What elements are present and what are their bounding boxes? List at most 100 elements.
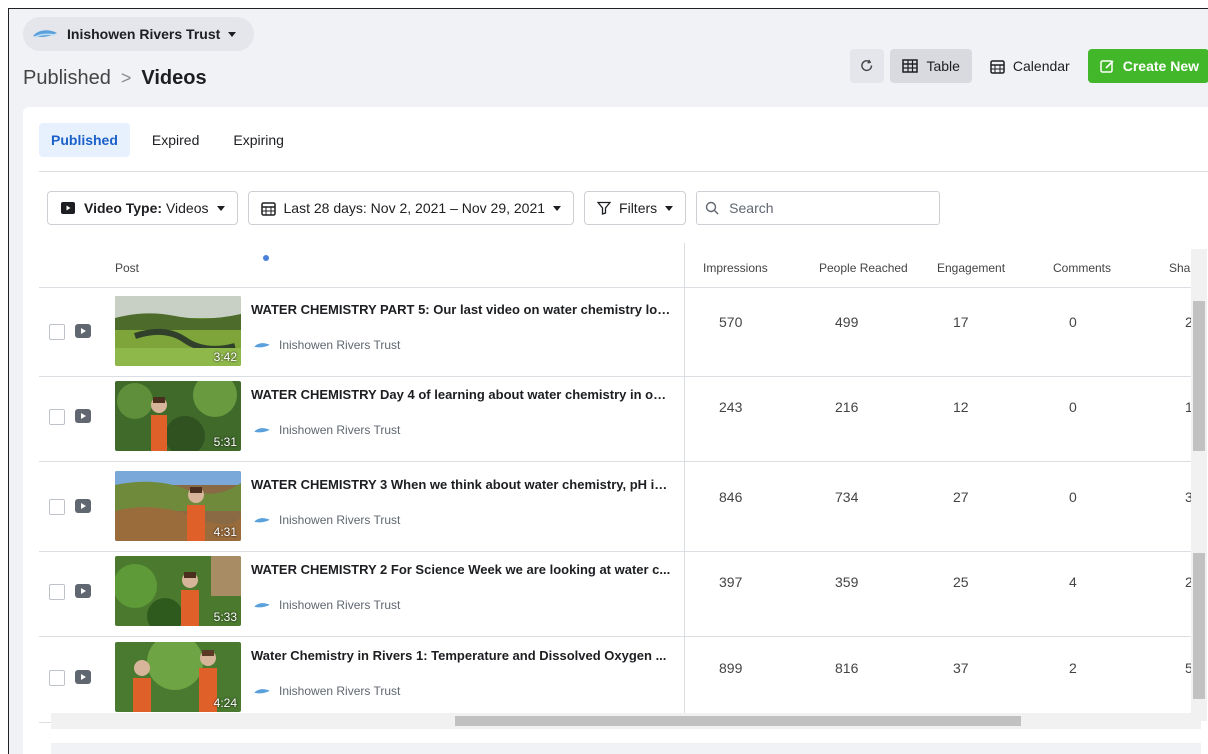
video-type-icon [75,670,91,684]
date-range-dropdown[interactable]: Last 28 days: Nov 2, 2021 – Nov 29, 2021 [247,191,575,225]
row-checkbox[interactable] [49,324,65,340]
post-author: Inishowen Rivers Trust [253,423,400,437]
tabs-divider [39,171,1208,172]
video-thumbnail[interactable]: 4:24 [115,642,241,712]
refresh-icon [861,59,873,72]
author-name: Inishowen Rivers Trust [279,684,401,698]
comments-value: 0 [1069,314,1077,330]
tab-expiring[interactable]: Expiring [221,123,296,157]
col-comments[interactable]: Comments [1053,261,1111,275]
row-checkbox[interactable] [49,670,65,686]
video-type-icon [75,584,91,598]
post-title[interactable]: WATER CHEMISTRY 3 When we think about wa… [251,477,671,492]
reach-value: 216 [835,399,859,415]
page-title: Videos [141,67,207,89]
post-title[interactable]: WATER CHEMISTRY Day 4 of learning about … [251,387,671,402]
video-thumbnail[interactable]: 4:31 [115,471,241,541]
search-input[interactable] [727,199,932,217]
date-range-label: Last 28 days: Nov 2, 2021 – Nov 29, 2021 [283,200,546,216]
vertical-scroll-thumb-secondary[interactable] [1193,553,1205,699]
status-tabs: Published Expired Expiring [39,123,296,157]
engagement-value: 17 [953,314,969,330]
content-card: Published Expired Expiring Video Type: V… [23,107,1208,754]
page-logo-icon [254,517,270,522]
table-row[interactable]: 4:24 Water Chemistry in Rivers 1: Temper… [39,634,1199,723]
row-checkbox[interactable] [49,409,65,425]
tab-expired[interactable]: Expired [140,123,211,157]
col-impressions[interactable]: Impressions [703,261,768,275]
tab-published[interactable]: Published [39,123,130,157]
chevron-down-icon [228,31,237,37]
post-author: Inishowen Rivers Trust [253,598,400,612]
horizontal-scrollbar[interactable] [51,713,1201,729]
create-new-button[interactable]: Create New [1087,49,1208,83]
app-frame: Inishowen Rivers Trust Published > Video… [8,8,1208,754]
video-thumbnail[interactable]: 5:31 [115,381,241,451]
filters-dropdown[interactable]: Filters [584,191,687,225]
filter-icon [597,201,612,215]
author-name: Inishowen Rivers Trust [279,338,401,352]
calendar-view-button[interactable]: Calendar [978,49,1082,83]
impressions-value: 397 [719,574,743,590]
table-row[interactable]: 3:42 WATER CHEMISTRY PART 5: Our last vi… [39,288,1199,377]
video-duration: 5:31 [213,435,237,449]
impressions-value: 570 [719,314,743,330]
post-author: Inishowen Rivers Trust [253,338,400,352]
author-name: Inishowen Rivers Trust [279,598,401,612]
table-row[interactable]: 5:31 WATER CHEMISTRY Day 4 of learning a… [39,373,1199,462]
video-type-dropdown[interactable]: Video Type: Videos [47,191,238,225]
vertical-scroll-thumb[interactable] [1193,301,1205,451]
chevron-down-icon [665,205,674,211]
horizontal-scroll-thumb[interactable] [455,716,1021,726]
comments-value: 0 [1069,489,1077,505]
table-icon [902,59,919,73]
author-name: Inishowen Rivers Trust [279,513,401,527]
view-toolbar: Table Calendar Create New [850,49,1208,83]
post-title[interactable]: WATER CHEMISTRY PART 5: Our last video o… [251,302,671,317]
video-duration: 5:33 [213,610,237,624]
table-view-button[interactable]: Table [890,49,972,83]
table-row[interactable]: 4:31 WATER CHEMISTRY 3 When we think abo… [39,463,1199,552]
video-thumbnail[interactable]: 3:42 [115,296,241,366]
engagement-value: 37 [953,660,969,676]
post-title[interactable]: Water Chemistry in Rivers 1: Temperature… [251,648,671,663]
refresh-button[interactable] [850,49,885,83]
page-logo-icon [254,602,270,607]
post-title[interactable]: WATER CHEMISTRY 2 For Science Week we ar… [251,562,671,577]
video-duration: 3:42 [213,350,237,364]
breadcrumb-parent[interactable]: Published [23,67,111,90]
edit-icon [1099,59,1114,73]
filters-label: Filters [619,200,658,216]
impressions-value: 846 [719,489,743,505]
impressions-value: 899 [719,660,743,676]
page-logo-icon [254,342,270,347]
video-type-value: Videos [165,200,209,216]
engagement-value: 25 [953,574,969,590]
breadcrumb-separator: > [120,68,132,88]
row-checkbox[interactable] [49,499,65,515]
table-row[interactable]: 5:33 WATER CHEMISTRY 2 For Science Week … [39,548,1199,637]
reach-value: 734 [835,489,859,505]
row-checkbox[interactable] [49,584,65,600]
page-name: Inishowen Rivers Trust [67,26,221,42]
bottom-strip [51,743,1201,754]
post-author: Inishowen Rivers Trust [253,684,400,698]
post-author: Inishowen Rivers Trust [253,513,400,527]
search-icon [705,201,719,215]
video-type-icon [75,324,91,338]
reach-value: 359 [835,574,859,590]
vertical-scrollbar[interactable] [1191,249,1207,721]
col-engagement[interactable]: Engagement [937,261,1005,275]
col-post[interactable]: Post [115,261,139,275]
impressions-value: 243 [719,399,743,415]
page-logo-icon [33,30,57,38]
create-new-label: Create New [1122,58,1199,74]
reach-value: 499 [835,314,859,330]
chevron-down-icon [216,205,225,211]
comments-value: 4 [1069,574,1077,590]
col-people-reached[interactable]: People Reached [819,261,908,275]
comments-value: 0 [1069,399,1077,415]
video-thumbnail[interactable]: 5:33 [115,556,241,626]
search-box[interactable] [696,191,941,225]
page-selector[interactable]: Inishowen Rivers Trust [23,17,255,51]
